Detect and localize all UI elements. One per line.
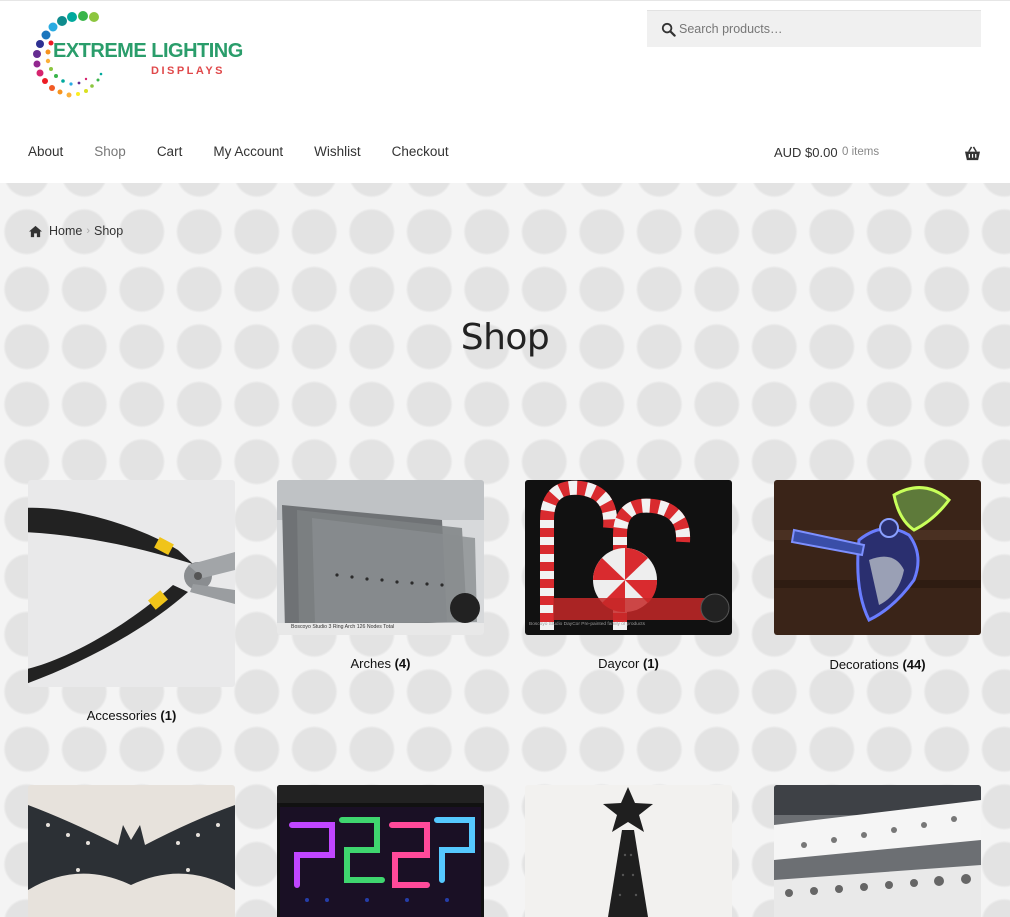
category-image[interactable] bbox=[28, 785, 235, 917]
category-card-arches[interactable]: Boscoyo Studio 3 Ring Arch 126 Nodes Tot… bbox=[277, 480, 484, 680]
home-icon bbox=[29, 225, 42, 237]
nav-item-shop[interactable]: Shop bbox=[94, 144, 126, 164]
header-cart[interactable]: AUD $0.00 0 items bbox=[774, 145, 981, 163]
category-image-caption: Boscoyo Studio DayCor Pre-painted family… bbox=[529, 622, 645, 627]
cart-item-count: 0 items bbox=[842, 146, 880, 158]
category-name: Accessories bbox=[86, 708, 157, 723]
breadcrumb-separator-icon: › bbox=[86, 225, 91, 237]
category-count: (4) bbox=[394, 656, 411, 671]
category-title[interactable]: Accessories (1) bbox=[28, 708, 235, 723]
nav-item-checkout[interactable]: Checkout bbox=[392, 144, 449, 164]
top-border bbox=[0, 0, 1010, 1]
nav-item-about[interactable]: About bbox=[28, 144, 63, 164]
category-card-daycor[interactable]: Boscoyo Studio DayCor Pre-painted family… bbox=[525, 480, 732, 680]
category-title[interactable]: Daycor (1) bbox=[525, 656, 732, 671]
search-input[interactable] bbox=[679, 11, 974, 47]
cart-amount: AUD $0.00 bbox=[774, 145, 838, 160]
logo-text-secondary: DISPLAYS bbox=[151, 65, 226, 77]
category-card[interactable] bbox=[774, 785, 981, 917]
breadcrumb-current: Shop bbox=[94, 224, 124, 238]
category-image-daycor[interactable] bbox=[525, 480, 732, 635]
category-card[interactable] bbox=[277, 785, 484, 917]
category-card-decorations[interactable]: Decorations (44) bbox=[774, 480, 981, 680]
search-icon[interactable] bbox=[661, 22, 676, 37]
category-title[interactable]: Decorations (44) bbox=[774, 657, 981, 672]
category-image[interactable] bbox=[774, 785, 981, 917]
breadcrumb-home-link[interactable]: Home bbox=[49, 224, 82, 238]
site-header: EXTREME LIGHTING DISPLAYS About Shop Car… bbox=[0, 0, 1010, 183]
shop-content: Home › Shop Shop Accessories (1) Boscoyo… bbox=[0, 183, 1010, 917]
nav-item-my-account[interactable]: My Account bbox=[213, 144, 283, 164]
primary-navigation: About Shop Cart My Account Wishlist Chec… bbox=[28, 144, 480, 164]
category-count: (44) bbox=[902, 657, 926, 672]
category-name: Decorations bbox=[829, 657, 899, 672]
category-image[interactable] bbox=[277, 785, 484, 917]
category-image-decorations[interactable] bbox=[774, 480, 981, 635]
category-card-accessories[interactable]: Accessories (1) bbox=[28, 480, 235, 730]
category-image-caption: Boscoyo Studio 3 Ring Arch 126 Nodes Tot… bbox=[291, 624, 395, 630]
nav-item-wishlist[interactable]: Wishlist bbox=[314, 144, 361, 164]
product-search bbox=[647, 10, 981, 47]
nav-item-cart[interactable]: Cart bbox=[157, 144, 183, 164]
category-card[interactable] bbox=[525, 785, 732, 917]
category-name: Arches bbox=[350, 656, 391, 671]
basket-icon bbox=[965, 146, 980, 161]
breadcrumb: Home › Shop bbox=[28, 224, 123, 238]
category-image-arches[interactable] bbox=[277, 480, 484, 635]
category-title[interactable]: Arches (4) bbox=[277, 656, 484, 671]
category-name: Daycor bbox=[598, 656, 640, 671]
category-image[interactable] bbox=[525, 785, 732, 917]
category-count: (1) bbox=[642, 656, 659, 671]
category-card[interactable] bbox=[28, 785, 235, 917]
category-image-accessories[interactable] bbox=[28, 480, 235, 687]
logo-text-primary: EXTREME LIGHTING bbox=[53, 40, 243, 62]
page-title: Shop bbox=[460, 317, 550, 358]
site-logo[interactable]: EXTREME LIGHTING DISPLAYS bbox=[26, 10, 243, 102]
category-count: (1) bbox=[160, 708, 177, 723]
